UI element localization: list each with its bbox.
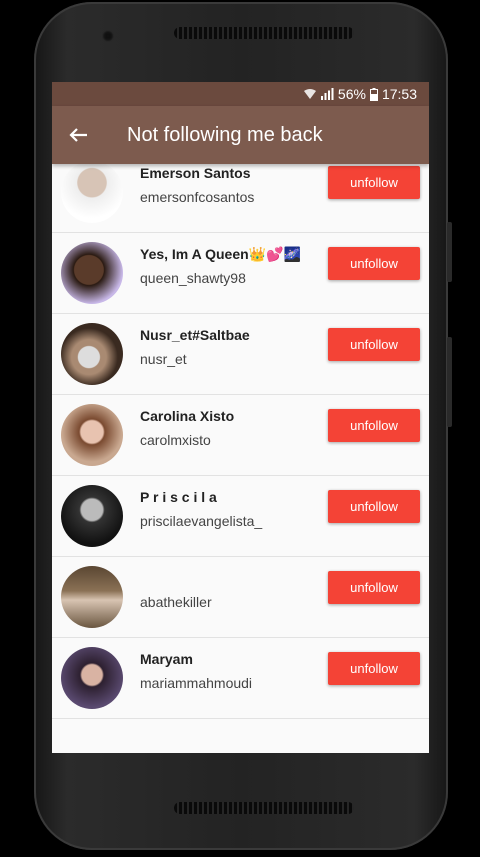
earpiece-speaker — [174, 27, 354, 39]
power-button — [447, 337, 452, 427]
status-bar: 56% 17:53 — [52, 82, 429, 106]
unfollow-button[interactable]: unfollow — [328, 490, 420, 523]
user-name: Carolina Xisto — [140, 408, 235, 424]
unfollow-button[interactable]: unfollow — [328, 652, 420, 685]
back-button[interactable] — [52, 106, 104, 164]
list-item: abathekiller unfollow — [52, 557, 429, 638]
list-item: Nusr_et#Saltbae nusr_et unfollow — [52, 314, 429, 395]
page-title: Not following me back — [127, 123, 323, 146]
user-name: Emerson Santos — [140, 165, 251, 181]
user-name: P r i s c i l a — [140, 489, 217, 505]
clock: 17:53 — [381, 86, 417, 102]
user-name: Nusr_et#Saltbae — [140, 327, 250, 343]
avatar[interactable] — [61, 566, 123, 628]
user-handle: priscilaevangelista_ — [140, 513, 263, 529]
avatar[interactable] — [61, 242, 123, 304]
app-bar: Not following me back — [52, 106, 429, 164]
user-handle: mariammahmoudi — [140, 675, 253, 691]
avatar[interactable] — [61, 161, 123, 223]
list-footer-space — [52, 719, 429, 753]
list-item: Carolina Xisto carolmxisto unfollow — [52, 395, 429, 476]
arrow-back-icon — [69, 128, 87, 142]
unfollow-button[interactable]: unfollow — [328, 328, 420, 361]
list-item: P r i s c i l a priscilaevangelista_ unf… — [52, 476, 429, 557]
signal-icon — [320, 88, 334, 100]
unfollow-button[interactable]: unfollow — [328, 247, 420, 280]
user-name: Maryam — [140, 651, 193, 667]
user-handle: queen_shawty98 — [140, 270, 246, 286]
list-item: Emerson Santos emersonfcosantos unfollow — [52, 152, 429, 233]
list-item: Yes, Im A Queen👑💕🌌 queen_shawty98 unfoll… — [52, 233, 429, 314]
battery-percent: 56% — [337, 86, 366, 102]
wifi-icon — [303, 88, 317, 100]
user-handle: nusr_et — [140, 351, 187, 367]
unfollow-button[interactable]: unfollow — [328, 409, 420, 442]
user-name: Yes, Im A Queen👑💕🌌 — [140, 246, 301, 262]
user-list[interactable]: Emerson Santos emersonfcosantos unfollow… — [52, 152, 429, 753]
avatar[interactable] — [61, 404, 123, 466]
unfollow-button[interactable]: unfollow — [328, 571, 420, 604]
avatar[interactable] — [61, 323, 123, 385]
screen: 56% 17:53 Not following me back Emerson … — [52, 82, 429, 753]
volume-button — [447, 222, 452, 282]
user-handle: abathekiller — [140, 594, 212, 610]
front-camera — [102, 30, 114, 42]
unfollow-button[interactable]: unfollow — [328, 166, 420, 199]
user-handle: carolmxisto — [140, 432, 211, 448]
list-item: Maryam mariammahmoudi unfollow — [52, 638, 429, 719]
user-handle: emersonfcosantos — [140, 189, 255, 205]
bottom-speaker — [174, 802, 354, 814]
avatar[interactable] — [61, 485, 123, 547]
avatar[interactable] — [61, 647, 123, 709]
battery-icon — [369, 87, 378, 101]
